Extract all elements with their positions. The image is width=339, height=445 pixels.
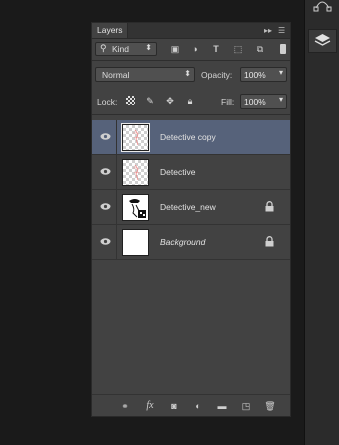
new-group-icon[interactable]: ▬ [215,399,229,413]
layers-button[interactable] [308,29,337,53]
pixel-filter-icon[interactable]: ▣ [168,42,182,56]
add-mask-icon[interactable]: ◙ [167,399,181,413]
chevron-down-icon[interactable]: ▾ [279,95,283,104]
type-filter-icon[interactable]: T [209,42,223,56]
shape-filter-icon[interactable]: ⬚ [231,42,245,56]
layer-name[interactable]: Detective_new [160,202,216,212]
eye-icon[interactable] [100,237,111,246]
fill-value: 100% [244,97,266,107]
layer-thumbnail [122,229,149,256]
layer-name[interactable]: Detective copy [160,132,216,142]
divider [116,190,117,224]
smart-object-filter-icon[interactable]: ⧉ [253,42,267,56]
fill-label: Fill: [221,97,235,107]
layer-row[interactable]: Detective [92,155,290,190]
sketch-figure-icon [133,129,140,146]
layer-thumbnail [122,194,149,221]
paths-icon [313,1,332,12]
opacity-value: 100% [244,70,266,80]
lock-image-icon[interactable]: ✎ [144,95,156,107]
lock-all-icon[interactable]: 🔒︎ [184,95,196,107]
layer-row[interactable]: Detective copy [92,120,290,155]
panel-dock [304,0,339,445]
opacity-field[interactable]: 100% ▾ [240,67,287,82]
opacity-label: Opacity: [201,70,233,80]
panel-menu-icon[interactable]: ☰ [278,25,285,36]
blend-mode-select[interactable]: Normal ⬍ [95,67,195,82]
lock-label: Lock: [97,97,118,107]
eye-icon[interactable] [100,202,111,211]
panel-footer: ⚭ fx ◙ ◐ ▬ ◳ 🗑︎ [92,394,290,416]
layer-name[interactable]: Detective [160,167,195,177]
updown-arrows-icon: ⬍ [145,43,152,52]
search-icon: ⚲ [100,43,107,53]
filter-kind-select[interactable]: ⚲ Kind ⬍ [95,42,157,56]
paths-button[interactable] [308,0,337,18]
new-layer-icon[interactable]: ◳ [239,399,253,413]
divider [116,120,117,154]
layers-icon [314,34,331,46]
layers-panel: Layers ▸▸ ☰ ⚲ Kind ⬍ ▣ ◑ T ⬚ ⧉ Normal ⬍ … [91,22,291,417]
double-chevron-icon[interactable]: ▸▸ [264,25,272,36]
layer-thumbnail [121,123,150,152]
fx-icon[interactable]: fx [143,399,157,413]
divider [92,114,290,115]
lock-transparent-icon[interactable] [124,95,136,107]
eye-icon[interactable] [100,132,111,141]
layer-row[interactable]: Background [92,225,290,260]
chevron-down-icon[interactable]: ▾ [279,68,283,77]
adjustment-filter-icon[interactable]: ◑ [188,42,202,56]
lock-position-icon[interactable]: ✥ [164,95,176,107]
panel-header: Layers ▸▸ ☰ [92,23,290,39]
blend-mode-value: Normal [102,70,130,80]
adjustment-layer-icon[interactable]: ◐ [191,399,205,413]
filter-kind-label: Kind [112,44,130,54]
eye-icon[interactable] [100,167,111,176]
divider [116,225,117,259]
sketch-figure-icon [133,164,140,181]
updown-arrows-icon: ⬍ [184,69,191,78]
layer-thumbnail [122,159,149,186]
link-layers-icon[interactable]: ⚭ [118,399,132,413]
tab-layers[interactable]: Layers [92,23,128,38]
layer-name[interactable]: Background [160,237,205,247]
divider [92,60,290,61]
delete-layer-icon[interactable]: 🗑︎ [263,399,277,413]
detective-sketch-icon [129,199,146,218]
lock-icon [265,201,274,212]
lock-icon [265,236,274,247]
fill-field[interactable]: 100% ▾ [240,94,287,109]
divider [116,155,117,189]
layer-row[interactable]: Detective_new [92,190,290,225]
filter-toggle-icon[interactable] [276,42,290,56]
